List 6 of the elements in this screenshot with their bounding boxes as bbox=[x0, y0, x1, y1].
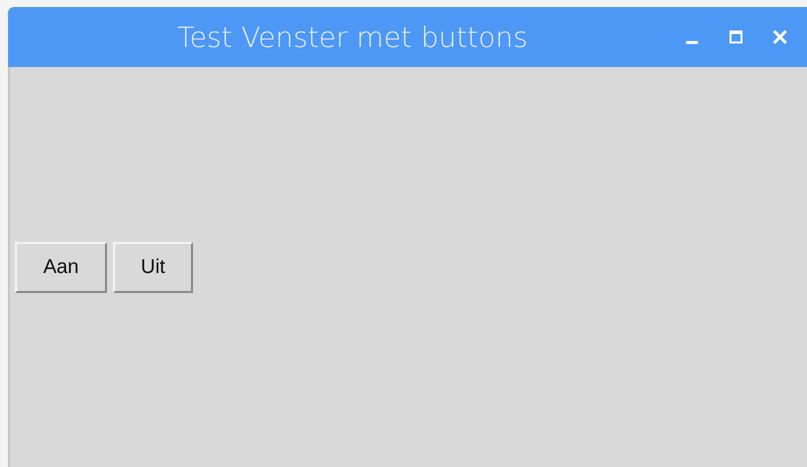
push-button[interactable]: Aan bbox=[15, 242, 107, 292]
minimize-icon bbox=[686, 40, 698, 44]
push-button[interactable]: Uit bbox=[113, 242, 193, 292]
close-icon bbox=[772, 29, 788, 45]
window-title: Test Venster met buttons bbox=[176, 20, 529, 54]
maximize-icon bbox=[729, 30, 743, 44]
